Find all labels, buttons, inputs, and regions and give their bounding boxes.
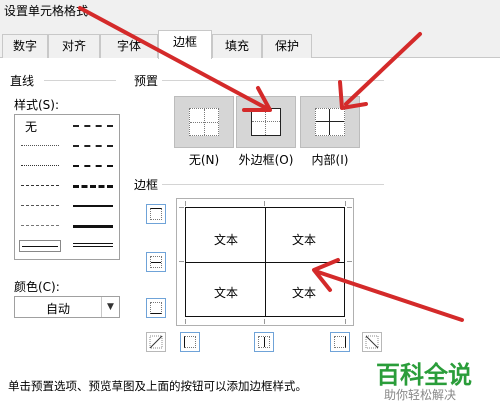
border-right-icon [334, 336, 346, 348]
line-style-dotted[interactable] [21, 165, 59, 166]
preview-tick [345, 319, 346, 324]
preset-outline-icon [251, 108, 281, 136]
line-style-row[interactable] [15, 237, 119, 255]
line-style-double[interactable] [73, 243, 113, 247]
tab-fill[interactable]: 填充 [212, 34, 262, 58]
preview-grid[interactable]: 文本 文本 文本 文本 [185, 207, 345, 317]
border-inside-vertical-button[interactable] [254, 332, 274, 352]
line-style-row[interactable] [15, 197, 119, 215]
border-bottom-button[interactable] [146, 298, 166, 318]
line-group-divider [44, 80, 116, 81]
border-left-button[interactable] [180, 332, 200, 352]
diagonal-down-icon [365, 335, 379, 349]
preset-none-button[interactable] [174, 96, 234, 148]
line-style-thin-dash[interactable] [21, 225, 59, 226]
preview-tick [264, 319, 265, 324]
line-style-dashdotdot[interactable] [73, 145, 113, 147]
line-style-dashed[interactable] [21, 205, 59, 206]
preview-tick [179, 261, 184, 262]
line-style-row[interactable] [15, 157, 119, 175]
border-group-divider [162, 184, 384, 185]
border-left-icon [184, 336, 196, 348]
tab-protection[interactable]: 保护 [262, 34, 312, 58]
border-bottom-icon [150, 302, 162, 314]
preset-none-icon [189, 108, 219, 136]
preset-group-divider [162, 80, 384, 81]
line-style-row[interactable] [15, 137, 119, 155]
border-diagonal-down-button[interactable] [362, 332, 382, 352]
border-preview[interactable]: 文本 文本 文本 文本 [176, 198, 354, 326]
line-style-hair[interactable] [21, 145, 59, 146]
line-style-medium[interactable] [73, 205, 113, 207]
line-style-thin-selected[interactable] [19, 240, 61, 252]
line-style-row[interactable] [15, 177, 119, 195]
preset-inside-label: 内部(I) [311, 153, 349, 167]
preset-group-label: 预置 [134, 72, 163, 89]
border-top-icon [150, 208, 162, 220]
tab-font[interactable]: 字体 [100, 34, 158, 58]
line-style-medium-dashdot[interactable] [73, 165, 113, 167]
line-style-thick[interactable] [73, 225, 113, 228]
footer-hint: 单击预置选项、预览草图及上面的按钮可以添加边框样式。 [8, 379, 307, 393]
border-diagonal-up-button[interactable] [146, 332, 166, 352]
line-style-label: 样式(S): [14, 98, 60, 112]
preview-cell-text: 文本 [214, 233, 239, 247]
preset-none-label: 无(N) [188, 153, 220, 167]
line-style-thin-dashdot[interactable] [73, 125, 113, 127]
diagonal-up-icon [149, 335, 163, 349]
preview-tick [185, 201, 186, 206]
tab-number[interactable]: 数字 [2, 34, 48, 58]
tab-alignment[interactable]: 对齐 [48, 34, 100, 58]
line-style-thin-line [22, 246, 58, 247]
preview-tick [264, 201, 265, 206]
border-inside-horizontal-button[interactable] [146, 252, 166, 272]
preview-tick [347, 261, 352, 262]
line-style-row[interactable] [15, 217, 119, 235]
dialog-title: 设置单元格格式 [4, 4, 89, 18]
preset-inside-icon [315, 108, 345, 136]
line-style-list[interactable]: 无 [14, 114, 120, 260]
watermark-tagline: 助你轻松解决 [384, 388, 457, 402]
preview-cell-text: 文本 [292, 286, 317, 300]
chevron-down-icon[interactable]: ▼ [101, 297, 119, 317]
line-style-none[interactable]: 无 [15, 117, 119, 135]
preview-tick [185, 319, 186, 324]
line-style-none-label: 无 [25, 120, 38, 134]
line-group-label: 直线 [10, 72, 39, 89]
preset-outline-button[interactable] [236, 96, 296, 148]
border-inside-horizontal-icon [150, 256, 162, 268]
tab-border[interactable]: 边框 [158, 30, 212, 59]
preview-cell-text: 文本 [214, 286, 239, 300]
line-color-value: 自动 [45, 302, 70, 316]
preset-inside-button[interactable] [300, 96, 360, 148]
line-color-label: 颜色(C): [14, 280, 60, 294]
tab-bar: 数字 对齐 字体 边框 填充 保护 [0, 30, 500, 59]
border-top-button[interactable] [146, 204, 166, 224]
preview-horizontal-line [186, 262, 344, 263]
preview-cell-text: 文本 [292, 233, 317, 247]
line-style-medium-dashed[interactable] [73, 185, 113, 188]
preview-tick [345, 201, 346, 206]
border-group-label: 边框 [134, 176, 163, 193]
preview-tick [347, 207, 352, 208]
preset-outline-label: 外边框(O) [238, 153, 294, 167]
preview-tick [179, 207, 184, 208]
line-style-dashdot[interactable] [21, 185, 59, 186]
line-color-select[interactable]: 自动 ▼ [14, 296, 120, 318]
watermark-logo: 百科全说 [376, 361, 472, 389]
border-inside-vertical-icon [258, 336, 270, 348]
border-right-button[interactable] [330, 332, 350, 352]
